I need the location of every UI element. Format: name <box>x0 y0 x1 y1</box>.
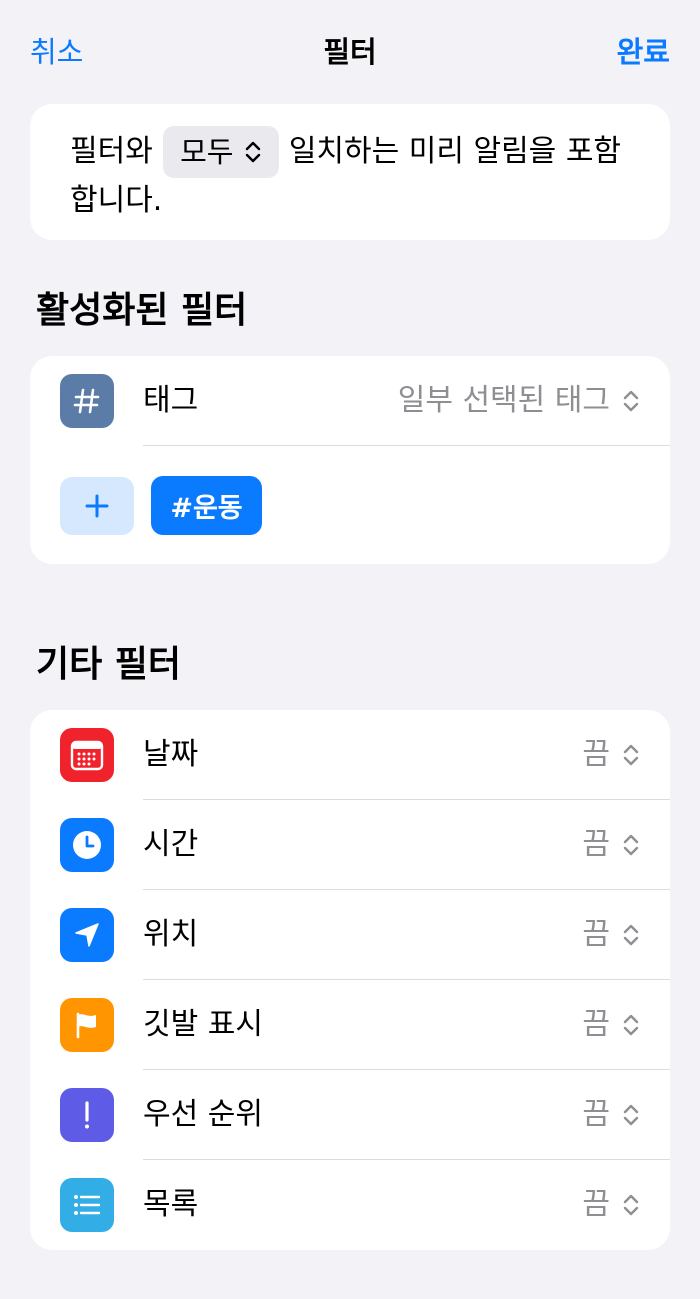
priority-filter-value: 끔 <box>582 1070 640 1160</box>
location-filter-label: 위치 <box>143 917 199 952</box>
priority-filter-label: 우선 순위 <box>143 1097 263 1132</box>
priority-filter-value-text: 끔 <box>582 1097 610 1132</box>
list-filter-value-text: 끔 <box>582 1187 610 1222</box>
date-filter-value-text: 끔 <box>582 737 610 772</box>
flag-filter-value: 끔 <box>582 980 640 1070</box>
flag-filter-label: 깃발 표시 <box>143 1007 263 1042</box>
tag-filter-value: 일부 선택된 태그 <box>398 356 640 446</box>
location-filter-row[interactable]: 위치 끔 <box>30 890 670 980</box>
priority-filter-row[interactable]: 우선 순위 끔 <box>30 1070 670 1160</box>
page-title: 필터 <box>323 35 377 69</box>
calendar-icon <box>60 728 114 782</box>
flag-icon <box>60 998 114 1052</box>
row-separator <box>143 445 670 446</box>
other-filters-card: 날짜 끔 시간 끔 위치 끔 깃발 표시 끔 우선 순위 끔 목록 끔 <box>30 710 670 1250</box>
done-button[interactable]: 완료 <box>617 30 670 74</box>
match-mode-selector[interactable]: 모두 <box>162 126 279 178</box>
add-tag-button[interactable] <box>60 477 134 535</box>
match-description: 필터와 모두 일치하는 미리 알림을 포함 합니다. <box>70 126 640 224</box>
chevron-up-down-icon <box>622 1012 640 1038</box>
filter-sheet: 취소 필터 완료 필터와 모두 일치하는 미리 알림을 포함 합니다. 활성화된… <box>0 0 700 1299</box>
chevron-up-down-icon <box>622 742 640 768</box>
list-filter-value: 끔 <box>582 1160 640 1250</box>
location-arrow-icon <box>60 908 114 962</box>
location-filter-value: 끔 <box>582 890 640 980</box>
active-filters-card: 태그 일부 선택된 태그 #운동 <box>30 356 670 564</box>
list-filter-row[interactable]: 목록 끔 <box>30 1160 670 1250</box>
chevron-up-down-icon <box>622 922 640 948</box>
match-suffix-text: 일치하는 미리 알림을 포함 <box>288 134 622 169</box>
flag-filter-row[interactable]: 깃발 표시 끔 <box>30 980 670 1070</box>
clock-icon <box>60 818 114 872</box>
location-filter-value-text: 끔 <box>582 917 610 952</box>
time-filter-label: 시간 <box>143 827 199 862</box>
date-filter-label: 날짜 <box>143 737 199 772</box>
hashtag-icon <box>60 374 114 428</box>
date-filter-row[interactable]: 날짜 끔 <box>30 710 670 800</box>
time-filter-value-text: 끔 <box>582 827 610 862</box>
tag-filter-label: 태그 <box>143 383 199 418</box>
date-filter-value: 끔 <box>582 710 640 800</box>
tag-filter-row[interactable]: 태그 일부 선택된 태그 <box>30 356 670 446</box>
chevron-up-down-icon <box>622 388 640 414</box>
match-mode-label: 모두 <box>180 135 234 169</box>
exclamation-icon <box>60 1088 114 1142</box>
list-filter-label: 목록 <box>143 1187 199 1222</box>
chevron-up-down-icon <box>244 140 262 164</box>
match-suffix-line2: 합니다. <box>70 183 163 218</box>
match-mode-card: 필터와 모두 일치하는 미리 알림을 포함 합니다. <box>30 104 670 240</box>
tag-filter-value-text: 일부 선택된 태그 <box>397 383 610 418</box>
chevron-up-down-icon <box>622 832 640 858</box>
time-filter-row[interactable]: 시간 끔 <box>30 800 670 890</box>
match-prefix-text: 필터와 <box>70 134 153 169</box>
time-filter-value: 끔 <box>582 800 640 890</box>
other-filters-header: 기타 필터 <box>36 644 182 685</box>
chevron-up-down-icon <box>622 1102 640 1128</box>
plus-icon <box>84 493 110 519</box>
chevron-up-down-icon <box>622 1192 640 1218</box>
active-filters-header: 활성화된 필터 <box>36 290 248 331</box>
navigation-bar: 취소 필터 완료 <box>0 0 700 104</box>
tag-chip[interactable]: #운동 <box>151 476 262 535</box>
flag-filter-value-text: 끔 <box>582 1007 610 1042</box>
list-icon <box>60 1178 114 1232</box>
